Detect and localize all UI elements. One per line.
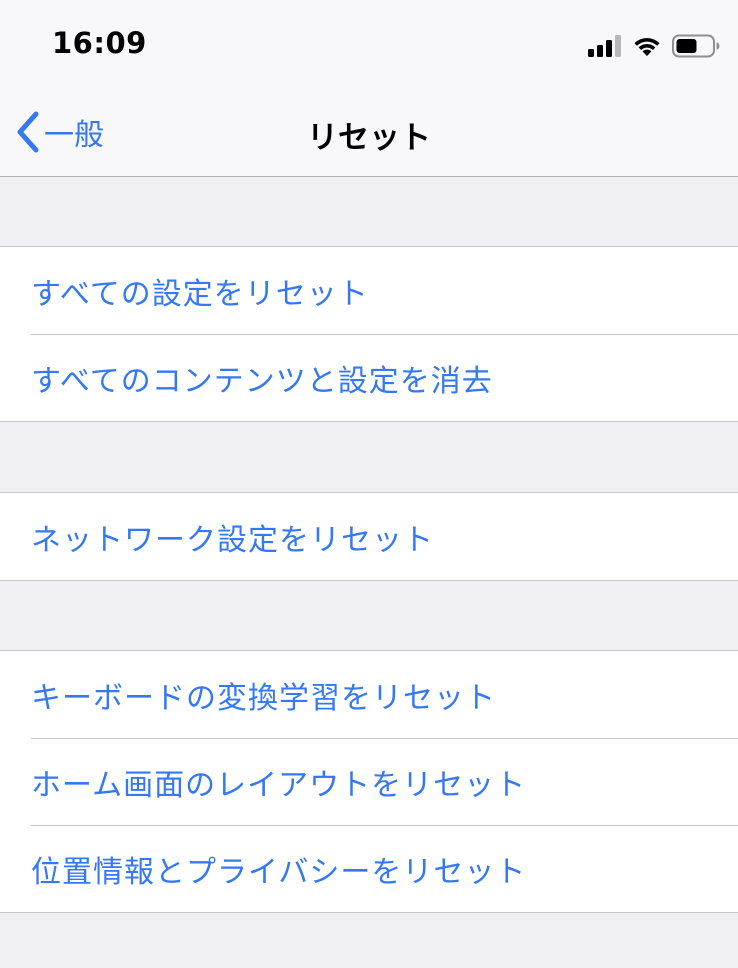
reset-all-settings-row[interactable]: すべての設定をリセット — [0, 247, 738, 334]
reset-group-1: すべての設定をリセット すべてのコンテンツと設定を消去 — [0, 246, 738, 422]
row-label: キーボードの変換学習をリセット — [31, 680, 496, 716]
row-label: ホーム画面のレイアウトをリセット — [31, 767, 527, 803]
navigation-bar: 一般 リセット — [0, 88, 738, 177]
wifi-icon — [634, 38, 660, 56]
erase-all-content-row[interactable]: すべてのコンテンツと設定を消去 — [0, 334, 738, 421]
status-icons — [588, 32, 720, 60]
row-label: すべてのコンテンツと設定を消去 — [31, 363, 493, 399]
reset-location-privacy-row[interactable]: 位置情報とプライバシーをリセット — [0, 825, 738, 912]
page-title: リセット — [307, 120, 431, 156]
row-label: すべての設定をリセット — [31, 276, 369, 312]
reset-home-screen-layout-row[interactable]: ホーム画面のレイアウトをリセット — [0, 738, 738, 825]
status-bar: 16:09 — [0, 0, 738, 88]
row-label: 位置情報とプライバシーをリセット — [31, 854, 527, 890]
reset-keyboard-dictionary-row[interactable]: キーボードの変換学習をリセット — [0, 651, 738, 738]
reset-network-settings-row[interactable]: ネットワーク設定をリセット — [0, 493, 738, 580]
cellular-signal-icon — [588, 35, 621, 57]
row-label: ネットワーク設定をリセット — [31, 522, 434, 558]
battery-icon — [672, 34, 720, 58]
status-time: 16:09 — [52, 26, 147, 60]
reset-group-3: キーボードの変換学習をリセット ホーム画面のレイアウトをリセット 位置情報とプラ… — [0, 650, 738, 913]
reset-group-2: ネットワーク設定をリセット — [0, 492, 738, 581]
